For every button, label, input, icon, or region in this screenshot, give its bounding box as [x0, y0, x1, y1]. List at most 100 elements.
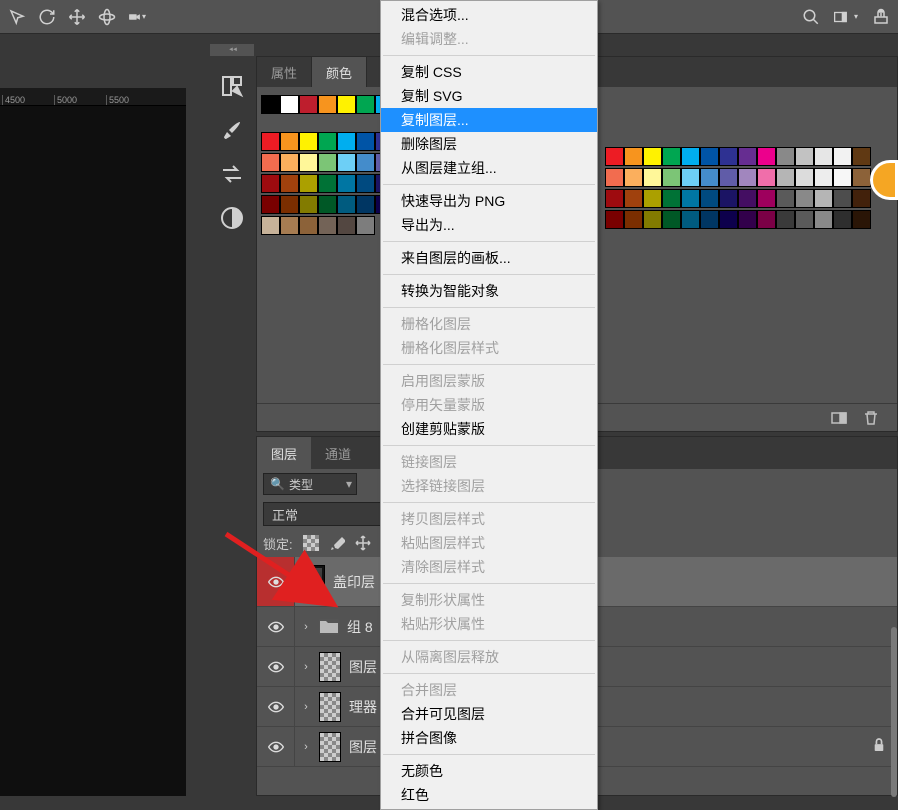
swatch[interactable]: [814, 189, 833, 208]
swatch[interactable]: [700, 147, 719, 166]
swatch[interactable]: [757, 168, 776, 187]
swatch[interactable]: [356, 95, 375, 114]
swatch[interactable]: [852, 189, 871, 208]
search-icon[interactable]: [802, 8, 820, 26]
swatch[interactable]: [738, 189, 757, 208]
swatch[interactable]: [814, 210, 833, 229]
swatch[interactable]: [795, 189, 814, 208]
swatch[interactable]: [299, 132, 318, 151]
swatch[interactable]: [852, 210, 871, 229]
swatch[interactable]: [605, 168, 624, 187]
swatch[interactable]: [280, 153, 299, 172]
swatch[interactable]: [261, 216, 280, 235]
menu-item[interactable]: 混合选项...: [381, 3, 597, 27]
expand-icon[interactable]: ›: [301, 621, 311, 633]
swatch[interactable]: [643, 168, 662, 187]
swatch[interactable]: [356, 216, 375, 235]
swatch[interactable]: [662, 147, 681, 166]
menu-item[interactable]: 合并可见图层: [381, 702, 597, 726]
menu-item[interactable]: 从图层建立组...: [381, 156, 597, 180]
swatch[interactable]: [299, 174, 318, 193]
swatch[interactable]: [299, 153, 318, 172]
canvas[interactable]: [0, 106, 186, 796]
swatch[interactable]: [795, 210, 814, 229]
swatch[interactable]: [280, 95, 299, 114]
swatch[interactable]: [719, 189, 738, 208]
menu-item[interactable]: 无颜色: [381, 759, 597, 783]
menu-item[interactable]: 拼合图像: [381, 726, 597, 750]
swatch[interactable]: [605, 147, 624, 166]
tab-properties[interactable]: 属性: [257, 57, 312, 87]
swatch[interactable]: [356, 195, 375, 214]
swatch[interactable]: [738, 147, 757, 166]
swatch[interactable]: [337, 153, 356, 172]
swatch[interactable]: [738, 168, 757, 187]
swatch[interactable]: [318, 174, 337, 193]
swatch[interactable]: [776, 168, 795, 187]
swatch[interactable]: [681, 210, 700, 229]
swatch[interactable]: [318, 195, 337, 214]
expand-icon[interactable]: ›: [301, 701, 311, 713]
swatch[interactable]: [261, 153, 280, 172]
swatch[interactable]: [700, 210, 719, 229]
visibility-toggle[interactable]: [257, 727, 295, 766]
visibility-toggle[interactable]: [257, 687, 295, 726]
swatch[interactable]: [643, 189, 662, 208]
swatch[interactable]: [681, 189, 700, 208]
swatch[interactable]: [624, 168, 643, 187]
swatch[interactable]: [261, 174, 280, 193]
swatch[interactable]: [795, 168, 814, 187]
swatch[interactable]: [280, 195, 299, 214]
swatch[interactable]: [337, 132, 356, 151]
swatch[interactable]: [662, 210, 681, 229]
swatch[interactable]: [299, 95, 318, 114]
swatch[interactable]: [624, 147, 643, 166]
swatch[interactable]: [337, 195, 356, 214]
tab-channels[interactable]: 通道: [311, 437, 365, 469]
tab-layers[interactable]: 图层: [257, 437, 311, 469]
swatch[interactable]: [776, 147, 795, 166]
workspace-switch-icon[interactable]: ▾: [832, 8, 860, 26]
swatch[interactable]: [757, 147, 776, 166]
swatch[interactable]: [662, 189, 681, 208]
swatch[interactable]: [280, 174, 299, 193]
swatch[interactable]: [738, 210, 757, 229]
swatch[interactable]: [337, 216, 356, 235]
rotate-icon[interactable]: [38, 8, 56, 26]
share-icon[interactable]: [872, 8, 890, 26]
swatch[interactable]: [757, 210, 776, 229]
swatch[interactable]: [318, 132, 337, 151]
swatch[interactable]: [719, 168, 738, 187]
swatch[interactable]: [261, 95, 280, 114]
lock-transparent-icon[interactable]: [303, 535, 319, 551]
history-icon[interactable]: [220, 74, 244, 98]
menu-item[interactable]: 红色: [381, 783, 597, 807]
swatch[interactable]: [261, 132, 280, 151]
swatch[interactable]: [700, 189, 719, 208]
swatch[interactable]: [719, 210, 738, 229]
menu-item[interactable]: 复制图层...: [381, 108, 597, 132]
swatch[interactable]: [662, 168, 681, 187]
swatch[interactable]: [299, 195, 318, 214]
camera-icon[interactable]: ▾: [128, 8, 146, 26]
visibility-toggle[interactable]: [257, 647, 295, 686]
swatch[interactable]: [605, 210, 624, 229]
swatch[interactable]: [814, 147, 833, 166]
orbit-3d-icon[interactable]: [98, 8, 116, 26]
swatch[interactable]: [833, 210, 852, 229]
menu-item[interactable]: 创建剪贴蒙版: [381, 417, 597, 441]
swatch[interactable]: [356, 174, 375, 193]
swatch[interactable]: [852, 168, 871, 187]
swap-icon[interactable]: [220, 162, 244, 186]
menu-item[interactable]: 导出为...: [381, 213, 597, 237]
swatch[interactable]: [337, 95, 356, 114]
swatch[interactable]: [280, 132, 299, 151]
swatch[interactable]: [318, 95, 337, 114]
swatch[interactable]: [852, 147, 871, 166]
swatch[interactable]: [624, 189, 643, 208]
adjustments-icon[interactable]: [220, 206, 244, 230]
menu-item[interactable]: 转换为智能对象: [381, 279, 597, 303]
brush-icon[interactable]: [220, 118, 244, 142]
swatch[interactable]: [299, 216, 318, 235]
dock-icon[interactable]: [831, 410, 847, 426]
